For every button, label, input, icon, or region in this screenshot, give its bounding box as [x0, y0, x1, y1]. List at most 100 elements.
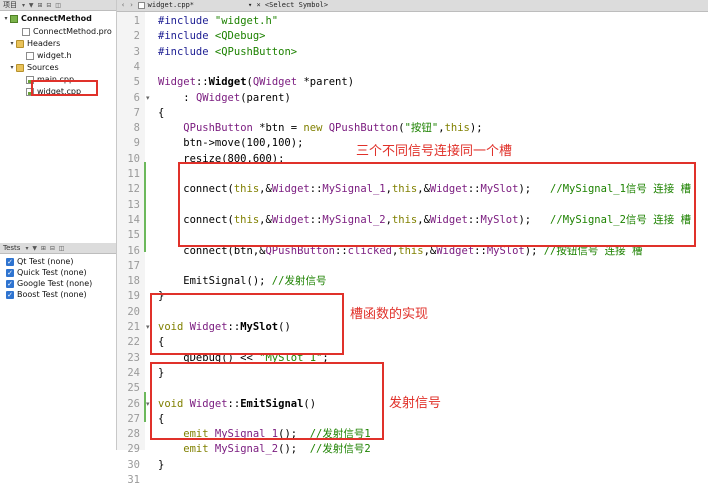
line-number: 4: [133, 61, 140, 73]
code-line[interactable]: #include "widget.h": [158, 14, 278, 29]
line-number: 20: [127, 306, 140, 318]
emit-annotation-label: 发射信号: [389, 396, 442, 411]
line-number: 17: [127, 260, 140, 272]
code-token: (parent): [240, 92, 291, 104]
code-token: }: [158, 459, 165, 471]
line-number: 19: [127, 290, 140, 302]
test-item-label: Boost Test (none): [17, 290, 87, 299]
test-item-label: Quick Test (none): [17, 268, 87, 277]
line-number: 8: [133, 122, 140, 134]
slot-annotation-label: 槽函数的实现: [350, 307, 429, 322]
code-token: new: [303, 122, 329, 134]
line-number: 12: [127, 183, 140, 195]
code-token: <QPushButton>: [214, 46, 298, 58]
line-number: 25: [127, 382, 140, 394]
tree-item-label: ConnectMethod.pro: [33, 27, 112, 36]
checkbox-icon[interactable]: ✓: [6, 268, 14, 277]
connect-annotation-label: 三个不同信号连接同一个槽: [356, 144, 513, 159]
code-line[interactable]: EmitSignal(); //发射信号: [158, 274, 326, 289]
code-line[interactable]: #include <QDebug>: [158, 29, 265, 44]
code-token: QPushButton: [328, 122, 399, 134]
chevron-down-icon[interactable]: ▾: [8, 38, 16, 49]
line-number: 28: [127, 428, 140, 440]
line-number: 9: [133, 137, 140, 149]
project-icon: [10, 14, 18, 23]
chevron-down-icon[interactable]: ▾: [2, 13, 10, 24]
code-line[interactable]: QPushButton *btn = new QPushButton("按钮",…: [158, 121, 483, 136]
tree-item[interactable]: ▾ Headers: [8, 38, 60, 49]
editor-filename[interactable]: widget.cpp*: [148, 0, 194, 11]
projects-toolbar-icons[interactable]: ▾ ▼ ⊞ ⊟ ◫: [22, 0, 62, 11]
code-token: QWidget: [252, 76, 298, 88]
code-line[interactable]: btn->move(100,100);: [158, 136, 303, 151]
code-token: MySignal_2: [214, 443, 279, 455]
tree-item[interactable]: widget.h: [18, 50, 72, 61]
tree-item[interactable]: ▾ ConnectMethod: [2, 13, 91, 24]
code-token: );: [469, 122, 483, 134]
line-number: 11: [127, 168, 140, 180]
line-number: 18: [127, 275, 140, 287]
line-number: 23: [127, 352, 140, 364]
tests-toolbar-icons[interactable]: ▾ ▼ ⊞ ⊟ ◫: [25, 243, 65, 254]
code-token: *btn =: [252, 122, 304, 134]
tests-header-title: Tests: [3, 243, 21, 252]
code-token: :: [158, 92, 196, 104]
code-line[interactable]: Widget::Widget(QWidget *parent): [158, 75, 354, 90]
test-framework-item[interactable]: ✓ Boost Test (none): [6, 289, 87, 300]
symbol-selector[interactable]: ▾ × <Select Symbol>: [248, 0, 328, 11]
code-token: Widget: [158, 76, 196, 88]
tree-item-label: Headers: [27, 39, 61, 48]
code-token: "按钮": [404, 122, 439, 134]
code-line[interactable]: }: [158, 458, 164, 473]
code-token: //发射信号: [271, 275, 327, 287]
close-icon[interactable]: ×: [256, 1, 260, 9]
fold-marker-icon[interactable]: ▾: [146, 91, 154, 106]
code-token: btn->move(100,100);: [158, 137, 304, 149]
change-marker: [144, 162, 146, 252]
line-number: 24: [127, 367, 140, 379]
code-line[interactable]: {: [158, 106, 164, 121]
tree-item-label: widget.h: [37, 51, 72, 60]
test-item-label: Google Test (none): [17, 279, 93, 288]
line-number: 6: [133, 92, 140, 104]
projects-sidebar: 项目 ▾ ▼ ⊞ ⊟ ◫ ▾ ConnectMethod ConnectMethod…: [0, 0, 117, 450]
tree-item-label: Sources: [27, 63, 59, 72]
line-number: 30: [127, 459, 140, 471]
line-number: 3: [133, 46, 140, 58]
checkbox-icon[interactable]: ✓: [6, 290, 14, 299]
tests-toolbar: Tests ▾ ▼ ⊞ ⊟ ◫: [0, 243, 116, 254]
projects-header-title: 项目: [3, 0, 17, 9]
selected-file-highlight: [31, 80, 98, 96]
test-framework-item[interactable]: ✓ Qt Test (none): [6, 256, 73, 267]
line-number: 16: [127, 245, 140, 257]
line-number: 13: [127, 199, 140, 211]
code-token: ::: [195, 76, 209, 88]
tree-item[interactable]: ConnectMethod.pro: [14, 26, 112, 37]
line-number: 22: [127, 336, 140, 348]
code-token: <QDebug>: [214, 30, 266, 42]
code-token: this: [444, 122, 470, 134]
test-framework-item[interactable]: ✓ Google Test (none): [6, 278, 92, 289]
connect-annotation-box: [178, 162, 696, 247]
test-framework-item[interactable]: ✓ Quick Test (none): [6, 267, 87, 278]
code-token: QPushButton: [183, 122, 253, 134]
checkbox-icon[interactable]: ✓: [6, 279, 14, 288]
line-number: 7: [133, 107, 140, 119]
nav-arrows[interactable]: ‹ ›: [121, 0, 134, 11]
code-token: EmitSignal();: [158, 275, 272, 287]
line-number: 10: [127, 153, 140, 165]
folder-icon: [16, 39, 24, 48]
line-number: 15: [127, 229, 140, 241]
file-icon: [26, 51, 34, 60]
code-token: //发射信号2: [309, 443, 371, 455]
code-token: #include: [158, 30, 215, 42]
line-number: 26: [127, 398, 140, 410]
tree-item[interactable]: ▾ Sources: [8, 62, 59, 73]
editor-tab-bar: ‹ › widget.cpp* ▾ × <Select Symbol>: [117, 0, 708, 12]
code-line[interactable]: #include <QPushButton>: [158, 45, 297, 60]
test-item-label: Qt Test (none): [17, 257, 74, 266]
code-line[interactable]: : QWidget(parent): [158, 91, 291, 106]
chevron-down-icon[interactable]: ▾: [8, 62, 16, 73]
checkbox-icon[interactable]: ✓: [6, 257, 14, 266]
